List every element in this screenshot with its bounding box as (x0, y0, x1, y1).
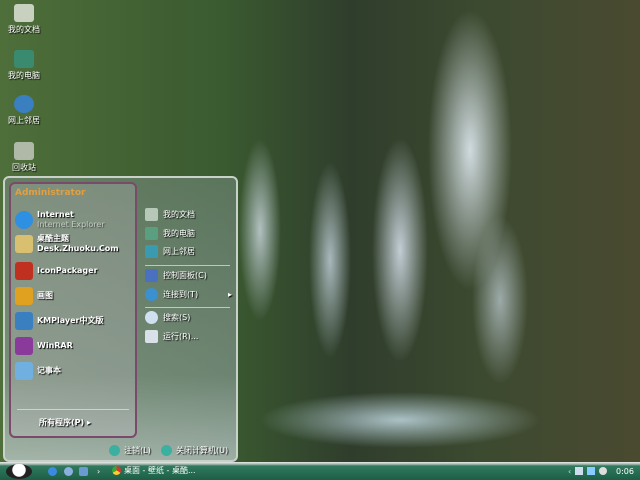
program-iconpackager[interactable]: IconPackager (15, 262, 98, 280)
desktop-icon-my-computer[interactable]: 我的电脑 (2, 50, 46, 81)
program-label: 画图 (37, 291, 53, 300)
clock[interactable]: 0:06 (616, 467, 634, 476)
documents-icon (14, 4, 34, 22)
quicklaunch-media-icon[interactable] (79, 467, 88, 476)
icon-label: 网上邻居 (8, 116, 40, 125)
arrow-right-icon: ▸ (86, 418, 91, 427)
divider (145, 307, 230, 308)
place-label: 网上邻居 (163, 247, 195, 256)
place-label: 控制面板(C) (163, 271, 207, 280)
recycle-bin-icon (14, 142, 34, 160)
icon-label: 我的文档 (8, 25, 40, 34)
desktop-icon-my-documents[interactable]: 我的文档 (2, 4, 46, 35)
all-programs-button[interactable]: 所有程序(P) ▸ (39, 417, 91, 428)
taskbar-button-window[interactable]: 桌面 - 壁纸 - 桌酷... (112, 465, 196, 476)
place-my-documents[interactable]: 我的文档 (145, 208, 195, 221)
program-label: Internet (37, 210, 74, 219)
kmplayer-icon (15, 312, 33, 330)
desktop-icon-network[interactable]: 网上邻居 (2, 95, 46, 126)
program-winrar[interactable]: WinRAR (15, 337, 73, 355)
search-icon (145, 311, 158, 324)
network-icon (145, 245, 158, 258)
desktop-icon-recycle-bin[interactable]: 回收站 (2, 142, 46, 173)
place-run[interactable]: 运行(R)... (145, 330, 198, 343)
program-sublabel: Desk.Zhuoku.Com (37, 244, 119, 253)
iconpackager-icon (15, 262, 33, 280)
program-internet[interactable]: Internet Internet Explorer (15, 210, 105, 230)
program-label: IconPackager (37, 266, 98, 275)
divider (145, 265, 230, 266)
network-icon (14, 95, 34, 113)
documents-icon (145, 208, 158, 221)
quicklaunch-chevron[interactable]: › (97, 467, 100, 476)
place-control-panel[interactable]: 控制面板(C) (145, 269, 207, 282)
quicklaunch-ie-icon[interactable] (48, 467, 57, 476)
program-label: 记事本 (37, 366, 61, 375)
icon-label: 我的电脑 (8, 71, 40, 80)
computer-icon (14, 50, 34, 68)
program-label: WinRAR (37, 341, 73, 350)
network-tray-icon[interactable] (587, 467, 596, 475)
start-menu: Administrator Internet Internet Explorer … (3, 176, 238, 462)
program-paint[interactable]: 画图 (15, 287, 53, 305)
user-name: Administrator (15, 188, 86, 198)
tray-app-icon[interactable] (599, 467, 608, 475)
logoff-icon (109, 445, 120, 456)
programs-pane: Administrator Internet Internet Explorer … (9, 182, 137, 438)
connect-icon (145, 288, 158, 301)
place-network[interactable]: 网上邻居 (145, 245, 195, 258)
program-zhuoku-theme[interactable]: 桌酷主题 Desk.Zhuoku.Com (15, 234, 119, 254)
logoff-label: 注销(L) (124, 446, 151, 455)
theme-icon (15, 235, 33, 253)
place-search[interactable]: 搜索(S) (145, 311, 190, 324)
program-label: 桌酷主题 (37, 234, 69, 243)
arrow-right-icon: ▸ (227, 290, 232, 299)
place-label: 连接到(T) (163, 290, 199, 299)
notepad-icon (15, 362, 33, 380)
shutdown-label: 关闭计算机(U) (176, 446, 229, 455)
volume-icon[interactable] (575, 467, 584, 475)
shutdown-button[interactable]: 关闭计算机(U) (161, 445, 228, 456)
program-kmplayer[interactable]: KMPlayer中文版 (15, 312, 104, 330)
program-sublabel: Internet Explorer (37, 220, 105, 229)
icon-label: 回收站 (12, 163, 36, 172)
program-notepad[interactable]: 记事本 (15, 362, 61, 380)
tray-arrow-icon[interactable]: ‹ (568, 467, 571, 476)
control-panel-icon (145, 269, 158, 282)
ie-icon (15, 211, 33, 229)
run-icon (145, 330, 158, 343)
divider (17, 409, 129, 410)
program-label: KMPlayer中文版 (37, 316, 104, 325)
winrar-icon (15, 337, 33, 355)
place-label: 我的文档 (163, 210, 195, 219)
all-programs-label: 所有程序(P) (39, 418, 85, 427)
shutdown-icon (161, 445, 172, 456)
logoff-button[interactable]: 注销(L) (109, 445, 151, 456)
paint-icon (15, 287, 33, 305)
place-label: 我的电脑 (163, 229, 195, 238)
place-my-computer[interactable]: 我的电脑 (145, 227, 195, 240)
place-label: 搜索(S) (163, 313, 191, 322)
system-tray: ‹ (568, 467, 608, 476)
taskbar: › 桌面 - 壁纸 - 桌酷... ‹ 0:06 (0, 462, 640, 480)
quicklaunch-browser-icon[interactable] (64, 467, 73, 476)
task-label: 桌面 - 壁纸 - 桌酷... (124, 466, 196, 475)
place-connect-to[interactable]: 连接到(T) ▸ (145, 288, 232, 301)
computer-icon (145, 227, 158, 240)
chrome-icon (112, 466, 121, 475)
place-label: 运行(R)... (163, 332, 199, 341)
start-button[interactable] (6, 464, 32, 479)
